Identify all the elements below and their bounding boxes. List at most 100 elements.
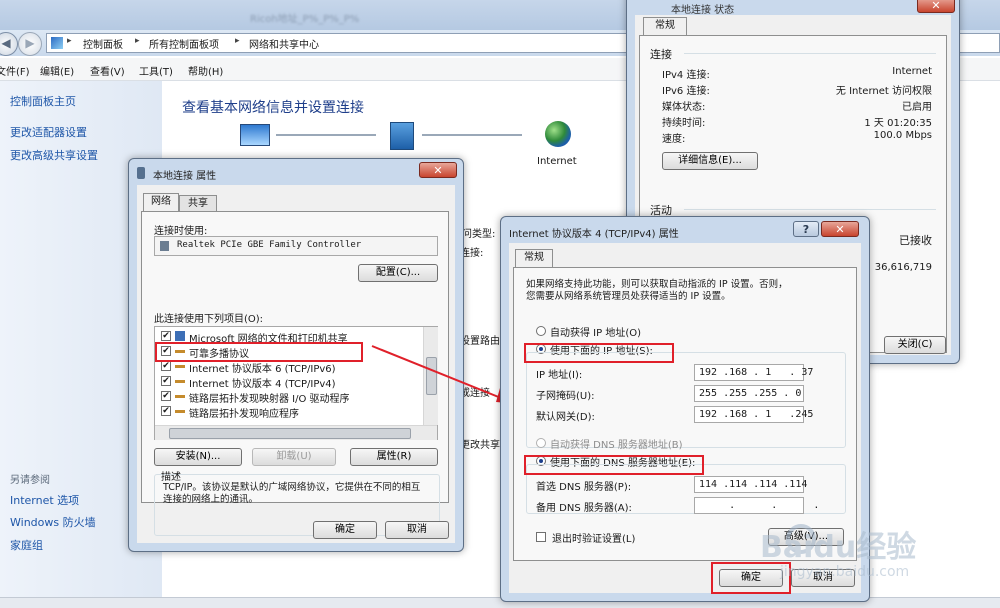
- item-checkbox[interactable]: ✔: [161, 376, 171, 386]
- media-state-label: 媒体状态:: [662, 102, 706, 113]
- sidebar-link-control-panel-home[interactable]: 控制面板主页: [10, 93, 76, 109]
- item-label: Internet 协议版本 6 (TCP/IPv6): [189, 364, 336, 375]
- configure-button[interactable]: 配置(C)...: [358, 264, 438, 282]
- breadcrumb-network-center[interactable]: 网络和共享中心: [249, 36, 319, 51]
- page-title: 查看基本网络信息并设置连接: [182, 100, 364, 116]
- subnet-mask-field[interactable]: 255 .255 .255 . 0: [694, 385, 804, 402]
- network-line: [422, 134, 522, 136]
- watermark: Baidu经验 jingyan.baidu.com: [760, 520, 990, 590]
- protocol-icon: [175, 365, 185, 368]
- help-button[interactable]: ?: [793, 221, 819, 237]
- ipv4-tab-general[interactable]: 常规: [515, 249, 553, 267]
- ipv4-close-button[interactable]: ✕: [821, 221, 859, 237]
- duration-label: 持续时间:: [662, 118, 706, 129]
- status-tab-label: 常规: [655, 20, 675, 31]
- items-label: 此连接使用下列项目(O):: [154, 314, 264, 325]
- uninstall-button: 卸载(U): [252, 448, 336, 466]
- received-bytes-value: 36,616,719: [874, 262, 932, 273]
- forward-button[interactable]: ▶: [18, 32, 42, 56]
- back-button[interactable]: ◀: [0, 32, 18, 56]
- adapter-name-box: Realtek PCIe GBE Family Controller: [154, 236, 438, 256]
- breadcrumb-separator-icon: ▸: [235, 36, 240, 46]
- menu-edit[interactable]: 编辑(E): [40, 63, 74, 78]
- item-checkbox[interactable]: ✔: [161, 391, 171, 401]
- preferred-dns-label: 首选 DNS 服务器(P):: [536, 482, 632, 493]
- auto-dns-label: 自动获得 DNS 服务器地址(B): [550, 440, 683, 451]
- ip-address-label: IP 地址(I):: [536, 370, 583, 381]
- duration-value: 1 天 01:20:35: [864, 118, 932, 129]
- subnet-mask-label: 子网掩码(U):: [536, 391, 595, 402]
- breadcrumb-all-items[interactable]: 所有控制面板项: [149, 36, 219, 51]
- speed-label: 速度:: [662, 134, 686, 145]
- properties-close-button[interactable]: ✕: [419, 162, 457, 178]
- see-also-internet-options[interactable]: Internet 选项: [10, 492, 79, 508]
- scroll-thumb[interactable]: [169, 428, 411, 439]
- validate-checkbox[interactable]: [536, 532, 546, 542]
- sidebar-link-advanced-sharing[interactable]: 更改高级共享设置: [10, 147, 98, 163]
- properties-title-icon: [137, 167, 145, 179]
- arrow-shaft: [371, 345, 507, 401]
- speed-value: 100.0 Mbps: [873, 130, 932, 141]
- adapter-icon: [160, 241, 169, 251]
- breadcrumb-separator-icon: ▸: [67, 36, 72, 46]
- details-button[interactable]: 详细信息(E)...: [662, 152, 758, 170]
- internet-label: Internet: [537, 156, 577, 167]
- tab-network[interactable]: 网络: [143, 193, 179, 211]
- file-printer-sharing-icon: [175, 331, 185, 341]
- globe-icon: [545, 121, 571, 147]
- sidebar-link-adapter-settings[interactable]: 更改适配器设置: [10, 124, 87, 140]
- computer-icon: [240, 124, 270, 146]
- default-gateway-field[interactable]: 192 .168 . 1 .245: [694, 406, 813, 423]
- item-label: Microsoft 网络的文件和打印机共享: [189, 334, 348, 345]
- intro-text-line-2: 您需要从网络系统管理员处获得适当的 IP 设置。: [526, 291, 731, 302]
- description-title: 描述: [161, 472, 181, 483]
- ip-address-field[interactable]: 192 .168 . 1 . 37: [694, 364, 813, 381]
- ipv4-tab-content: 如果网络支持此功能，则可以获取自动指派的 IP 设置。否则， 您需要从网络系统管…: [513, 267, 857, 561]
- horizontal-scrollbar[interactable]: [155, 425, 437, 440]
- section-divider: [684, 209, 936, 210]
- tab-network-label: 网络: [151, 196, 171, 207]
- status-close-dialog-button[interactable]: 关闭(C): [884, 336, 946, 354]
- alternate-dns-field[interactable]: . . .: [694, 497, 819, 514]
- properties-ok-button[interactable]: 确定: [313, 521, 377, 539]
- auto-dns-radio: [536, 438, 546, 448]
- item-checkbox[interactable]: ✔: [161, 331, 171, 341]
- see-also-homegroup[interactable]: 家庭组: [10, 537, 43, 553]
- breadcrumb-control-panel[interactable]: 控制面板: [83, 36, 123, 51]
- ipv4-connectivity-label: IPv4 连接:: [662, 70, 710, 81]
- explorer-blurred-title: Ricoh地址_P%_P%_P%: [250, 14, 360, 25]
- close-icon: ✕: [835, 223, 845, 236]
- tab-sharing[interactable]: 共享: [179, 195, 217, 211]
- menu-view[interactable]: 查看(V): [90, 63, 125, 78]
- network-icon: [390, 122, 414, 150]
- menu-help[interactable]: 帮助(H): [188, 63, 223, 78]
- install-button[interactable]: 安装(N)...: [154, 448, 242, 466]
- watermark-url: jingyan.baidu.com: [780, 564, 910, 580]
- status-window-title: 本地连接 状态: [671, 5, 735, 16]
- protocol-icon: [175, 380, 185, 383]
- section-divider: [684, 53, 936, 54]
- item-checkbox[interactable]: ✔: [161, 406, 171, 416]
- status-close-button[interactable]: ✕: [917, 0, 955, 13]
- item-checkbox[interactable]: ✔: [161, 361, 171, 371]
- ipv6-connectivity-label: IPv6 连接:: [662, 86, 710, 97]
- properties-cancel-button[interactable]: 取消: [385, 521, 449, 539]
- ipv4-tab-label: 常规: [524, 252, 544, 263]
- see-also-windows-firewall[interactable]: Windows 防火墙: [10, 514, 96, 530]
- control-panel-icon: [51, 37, 63, 49]
- status-tab-general[interactable]: 常规: [643, 17, 687, 35]
- item-checkbox[interactable]: ✔: [161, 346, 171, 356]
- properties-button[interactable]: 属性(R): [350, 448, 438, 466]
- auto-ip-radio[interactable]: [536, 326, 546, 336]
- ipv6-connectivity-value: 无 Internet 访问权限: [835, 86, 932, 97]
- item-label: 链路层拓扑发现映射器 I/O 驱动程序: [189, 394, 350, 405]
- ipv4-connectivity-value: Internet: [892, 66, 932, 77]
- alternate-dns-label: 备用 DNS 服务器(A):: [536, 503, 632, 514]
- connect-using-label: 连接时使用:: [154, 226, 208, 237]
- see-also-title: 另请参阅: [10, 475, 50, 486]
- menu-tools[interactable]: 工具(T): [139, 63, 173, 78]
- menu-file[interactable]: 文件(F): [0, 63, 30, 78]
- validate-label: 退出时验证设置(L): [552, 534, 636, 545]
- description-text: TCP/IP。该协议是默认的广域网络协议，它提供在不同的相互连接的网络上的通讯。: [163, 482, 421, 505]
- preferred-dns-field[interactable]: 114 .114 .114 .114: [694, 476, 807, 493]
